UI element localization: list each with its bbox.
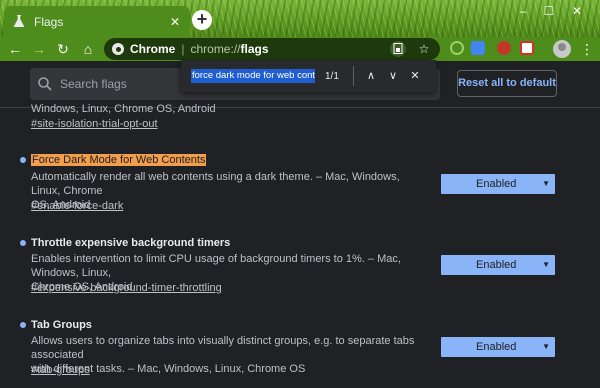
flag-modified-dot xyxy=(20,240,26,246)
find-input[interactable]: force dark mode for web conte xyxy=(191,69,315,83)
flag-state-select[interactable]: Enabled ▼ xyxy=(441,337,555,357)
toolbar: ← → ↻ ⌂ Chrome | chrome:// flags ☆ ⋮ xyxy=(0,37,600,61)
url-path: flags xyxy=(240,42,269,56)
tab-close-icon[interactable]: ✕ xyxy=(168,15,182,29)
bookmark-star-icon[interactable]: ☆ xyxy=(416,41,432,57)
minimize-button[interactable]: – xyxy=(512,2,534,20)
search-icon xyxy=(38,77,52,91)
save-page-icon[interactable] xyxy=(390,41,406,57)
flag-anchor-link[interactable]: #enable-force-dark xyxy=(31,200,123,212)
close-window-button[interactable]: ✕ xyxy=(566,2,588,20)
tab-title: Flags xyxy=(34,14,64,29)
site-label: Chrome xyxy=(130,42,176,56)
title-bar: Flags ✕ + – ☐ ✕ xyxy=(0,0,600,37)
flag-state-select[interactable]: Enabled ▼ xyxy=(441,255,555,275)
flag-anchor-link[interactable]: #tab-groups xyxy=(31,364,90,376)
seo-extension-icon[interactable] xyxy=(497,41,511,55)
dropdown-arrow-icon: ▼ xyxy=(542,342,550,351)
flag-state-select[interactable]: Enabled ▼ xyxy=(441,174,555,194)
flag-modified-dot xyxy=(20,322,26,328)
dropdown-arrow-icon: ▼ xyxy=(542,260,550,269)
dropdown-arrow-icon: ▼ xyxy=(542,179,550,188)
profile-avatar[interactable] xyxy=(553,40,571,58)
chrome-site-icon xyxy=(112,43,124,55)
find-next-button[interactable]: ∨ xyxy=(382,65,404,87)
address-bar[interactable]: Chrome | chrome:// flags ☆ xyxy=(104,38,440,60)
reset-all-button[interactable]: Reset all to default xyxy=(457,70,557,97)
browser-window: Flags ✕ + – ☐ ✕ ← → ↻ ⌂ Chrome | chrome:… xyxy=(0,0,600,388)
maximize-button[interactable]: ☐ xyxy=(538,2,560,20)
menu-dots-icon[interactable]: ⋮ xyxy=(580,39,594,59)
extension-circle-icon[interactable] xyxy=(450,41,464,55)
find-match-count: 1/1 xyxy=(325,70,339,82)
platform-text: Windows, Linux, Chrome OS, Android xyxy=(31,103,216,115)
find-divider xyxy=(353,66,354,86)
reload-button[interactable]: ↻ xyxy=(53,39,73,59)
tab-flags[interactable]: Flags ✕ xyxy=(4,6,190,37)
flag-anchor-link[interactable]: #expensive-background-timer-throttling xyxy=(31,282,222,294)
translate-extension-icon[interactable] xyxy=(471,41,485,55)
back-button[interactable]: ← xyxy=(5,39,25,59)
flags-list: Windows, Linux, Chrome OS, Android #site… xyxy=(0,103,600,388)
omnibox-separator: | xyxy=(181,42,185,56)
flag-modified-dot xyxy=(20,157,26,163)
flag-title: Throttle expensive background timers xyxy=(31,237,231,249)
flag-anchor-link[interactable]: #site-isolation-trial-opt-out xyxy=(31,118,158,130)
url-scheme: chrome:// xyxy=(190,42,241,56)
home-button[interactable]: ⌂ xyxy=(78,39,98,59)
new-tab-button[interactable]: + xyxy=(192,10,212,30)
forward-button[interactable]: → xyxy=(29,39,49,59)
flag-title: Tab Groups xyxy=(31,319,92,331)
find-close-button[interactable]: ✕ xyxy=(404,65,426,87)
flag-title: Force Dark Mode for Web Contents xyxy=(31,154,207,166)
flag-description: Allows users to organize tabs into visua… xyxy=(31,335,415,375)
flask-icon xyxy=(12,15,26,29)
find-bar: force dark mode for web conte 1/1 ∧ ∨ ✕ xyxy=(181,60,436,92)
find-previous-button[interactable]: ∧ xyxy=(360,65,382,87)
gmail-extension-icon[interactable] xyxy=(520,41,534,55)
